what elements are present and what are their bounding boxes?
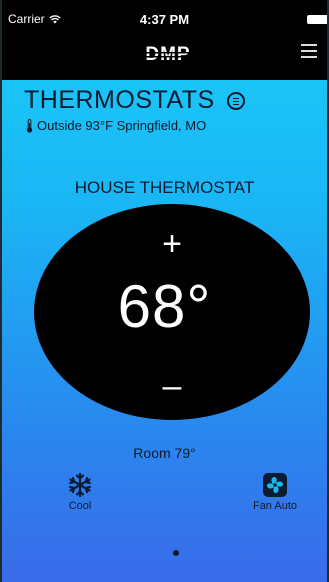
battery-icon [307,15,327,24]
dmp-logo: DMP [130,44,206,65]
setpoint-value: 68° [117,273,212,340]
app-header: Carrier 4:37 PM DMP [2,0,327,80]
title-row: THERMOSTATS [24,86,245,115]
list-circle-icon[interactable] [226,91,245,110]
mode-label: Cool [68,500,92,512]
mode-button[interactable]: Cool [48,472,112,512]
outside-weather-text: Outside 93°F Springfield, MO [37,118,207,133]
outside-weather: Outside 93°F Springfield, MO [26,118,206,133]
snowflake-icon [69,472,91,498]
decrease-setpoint-button[interactable]: – [137,366,207,406]
increase-setpoint-button[interactable]: + [137,224,207,264]
thermostat-name: HOUSE THERMOSTAT [74,178,255,197]
status-time: 4:37 PM [139,12,190,27]
room-temperature: Room 79° [133,445,196,461]
fan-mode-label: Fan Auto [252,500,298,512]
status-bar: Carrier 4:37 PM [2,0,327,32]
page-title: THERMOSTATS [24,86,215,114]
page-indicator-dot [173,550,179,556]
menu-button[interactable] [301,42,319,60]
fan-icon [263,473,287,497]
app-screen: Carrier 4:37 PM DMP THERMOSTATS Outside … [0,0,329,582]
thermometer-icon [26,118,33,133]
hamburger-menu-icon [301,44,317,46]
fan-mode-button[interactable]: Fan Auto [243,472,307,512]
logo-text: DMP [145,44,190,65]
